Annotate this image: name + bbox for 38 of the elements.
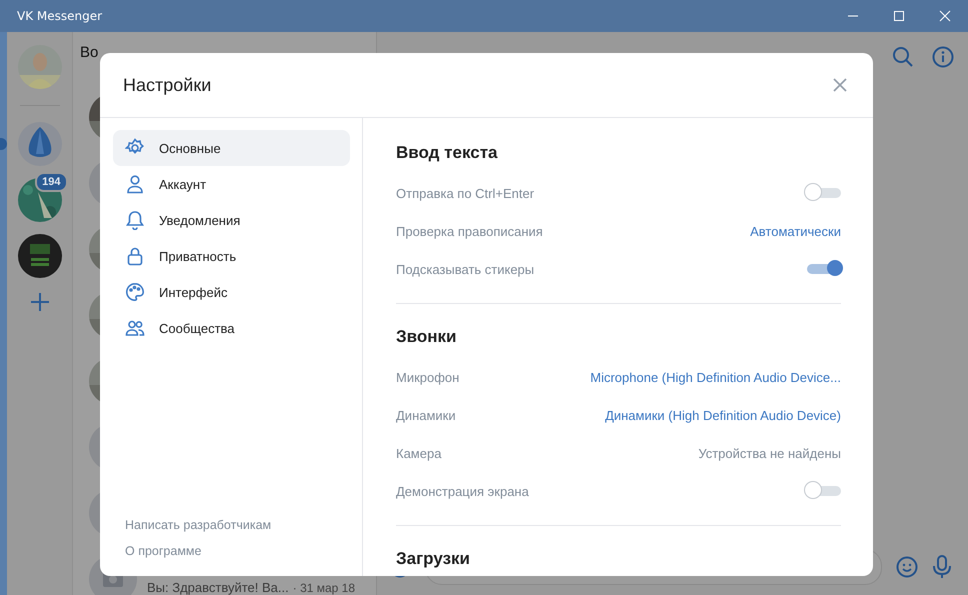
section-title: Ввод текста	[396, 142, 498, 164]
dialog-title: Настройки	[123, 74, 212, 96]
setting-value-link[interactable]: Microphone (High Definition Audio Device...	[590, 370, 841, 384]
people-icon	[125, 318, 145, 338]
logo-icon[interactable]	[18, 122, 62, 166]
message-date: · 31 мар 18	[292, 581, 356, 595]
section-title: Загрузки	[396, 548, 470, 570]
settings-nav-item[interactable]: Аккаунт	[113, 166, 350, 202]
settings-nav-item[interactable]: Приватность	[113, 238, 350, 274]
setting-label: Подсказывать стикеры	[396, 262, 534, 276]
bell-icon	[125, 210, 145, 230]
info-icon[interactable]	[932, 46, 954, 68]
setting-label: Проверка правописания	[396, 224, 543, 238]
search-icon[interactable]	[892, 46, 914, 68]
setting-value: Устройства не найдены	[698, 446, 841, 460]
setting-label: Отправка по Ctrl+Enter	[396, 186, 534, 200]
microphone-icon[interactable]	[932, 555, 952, 579]
add-icon[interactable]	[30, 292, 50, 312]
window-title: VK Messenger	[17, 9, 102, 23]
message-preview: Вы: Здравствуйте! Ва...	[147, 581, 289, 595]
list-title: Во	[80, 44, 98, 62]
setting-value-link[interactable]: Динамики (High Definition Audio Device)	[605, 408, 841, 422]
setting-value-link[interactable]: Автоматически	[750, 224, 841, 238]
settings-nav-item[interactable]: Основные	[113, 130, 350, 166]
section-title: Звонки	[396, 326, 456, 348]
setting-label: Камера	[396, 446, 442, 460]
person-icon	[125, 174, 145, 194]
settings-nav-item[interactable]: Сообщества	[113, 310, 350, 346]
setting-label: Демонстрация экрана	[396, 484, 529, 498]
setting-label: Динамики	[396, 408, 456, 422]
palette-icon	[125, 282, 145, 302]
close-icon[interactable]	[832, 77, 848, 93]
settings-nav-item[interactable]: Интерфейс	[113, 274, 350, 310]
emoji-icon[interactable]	[896, 556, 918, 578]
settings-nav-item[interactable]: Уведомления	[113, 202, 350, 238]
setting-label: Микрофон	[396, 370, 460, 384]
unread-badge: 194	[35, 172, 68, 192]
lock-icon	[125, 246, 145, 266]
